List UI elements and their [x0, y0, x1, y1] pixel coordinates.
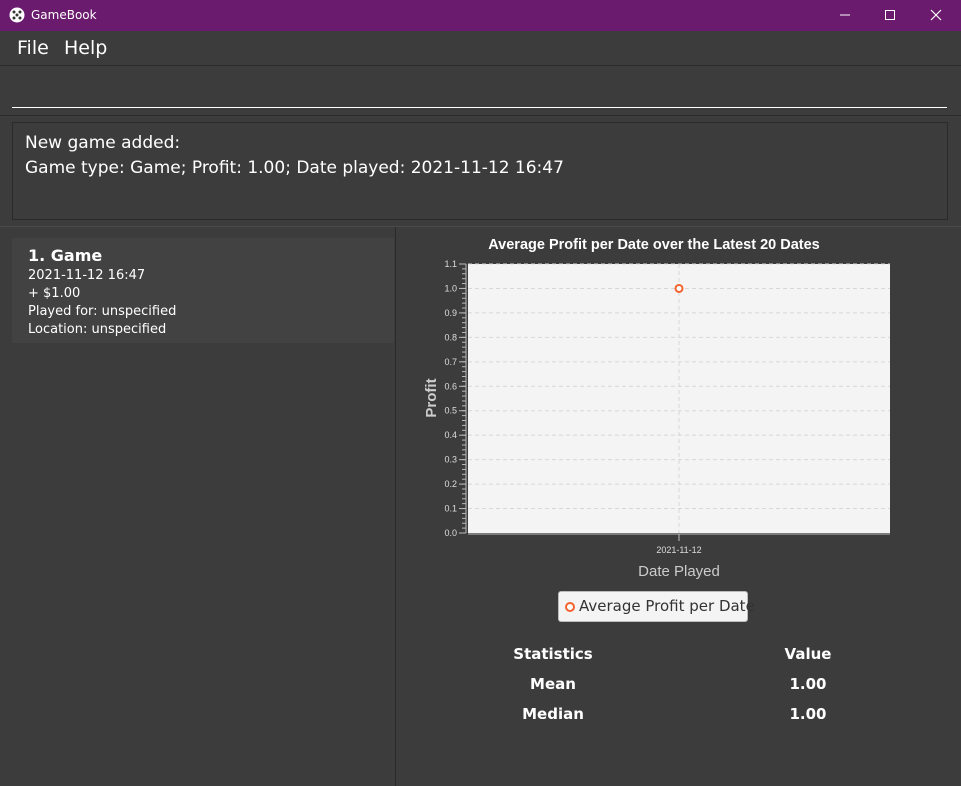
menu-help[interactable]: Help	[64, 37, 107, 59]
result-display: New game added: Game type: Game; Profit:…	[12, 122, 948, 220]
data-point	[674, 283, 684, 293]
game-card-played-for: Played for: unspecified	[28, 304, 177, 319]
game-card-profit: + $1.00	[28, 286, 81, 301]
chart-legend: Average Profit per Date	[558, 591, 755, 622]
y-tick-label: 1.1	[444, 259, 457, 269]
x-tick-label: 2021-11-12	[656, 545, 701, 555]
stats-header-name: Statistics	[513, 645, 593, 663]
stats-row-mean-name: Mean	[530, 675, 576, 693]
menu-file[interactable]: File	[17, 37, 49, 59]
y-tick-label: 0.7	[444, 357, 457, 367]
stats-row-median-name: Median	[522, 705, 584, 723]
window-title: GameBook	[31, 8, 97, 22]
x-axis-label: Date Played	[638, 563, 720, 580]
y-tick-label: 0.6	[444, 381, 457, 391]
legend-label: Average Profit per Date	[579, 597, 755, 615]
y-tick-label: 0.3	[444, 455, 457, 465]
minimize-button[interactable]	[822, 0, 868, 31]
stats-header-value: Value	[784, 645, 832, 663]
stats-row-median-value: 1.00	[789, 705, 827, 723]
dice-icon	[9, 7, 25, 23]
game-list-panel: 1. Game 2021-11-12 16:47 + $1.00 Played …	[0, 227, 395, 786]
y-axis: 0.0 0.1 0.2 0.3 0.4 0.5 0.6 0.7 0.8 0.9 1.0 1.1	[444, 259, 467, 538]
y-tick-label: 0.2	[444, 479, 457, 489]
menu-bar: File Help	[0, 31, 961, 65]
y-tick-label: 0.1	[444, 504, 457, 514]
minimize-icon	[840, 14, 850, 16]
chart-marks	[674, 283, 684, 293]
y-tick-label: 1.0	[444, 283, 457, 293]
y-tick-label: 0.5	[444, 406, 457, 416]
game-card-title: 1. Game	[28, 246, 103, 265]
chart-title: Average Profit per Date over the Latest …	[488, 237, 819, 253]
close-icon	[930, 9, 942, 21]
game-card-location: Location: unspecified	[28, 322, 167, 337]
y-tick-label: 0.9	[444, 308, 457, 318]
stats-row-mean-value: 1.00	[789, 675, 827, 693]
y-tick-label: 0.8	[444, 332, 457, 342]
result-line-2: Game type: Game; Profit: 1.00; Date play…	[25, 158, 564, 178]
command-box	[0, 65, 961, 116]
game-card[interactable]: 1. Game 2021-11-12 16:47 + $1.00 Played …	[12, 238, 394, 343]
y-tick-label: 0.0	[444, 528, 457, 538]
game-card-datetime: 2021-11-12 16:47	[28, 268, 146, 283]
profit-chart: Average Profit per Date over the Latest …	[423, 237, 890, 580]
legend-marker-icon	[565, 602, 575, 612]
y-tick-label: 0.4	[444, 430, 457, 440]
statistics-panel: Average Profit per Date over the Latest …	[396, 227, 961, 786]
maximize-icon	[885, 10, 895, 20]
title-bar: GameBook	[0, 0, 961, 31]
close-button[interactable]	[913, 0, 959, 31]
command-input[interactable]	[12, 72, 947, 108]
maximize-button[interactable]	[867, 0, 913, 31]
y-axis-label: Profit	[423, 378, 440, 417]
result-line-1: New game added:	[25, 133, 181, 153]
x-axis: 2021-11-12	[468, 533, 890, 555]
